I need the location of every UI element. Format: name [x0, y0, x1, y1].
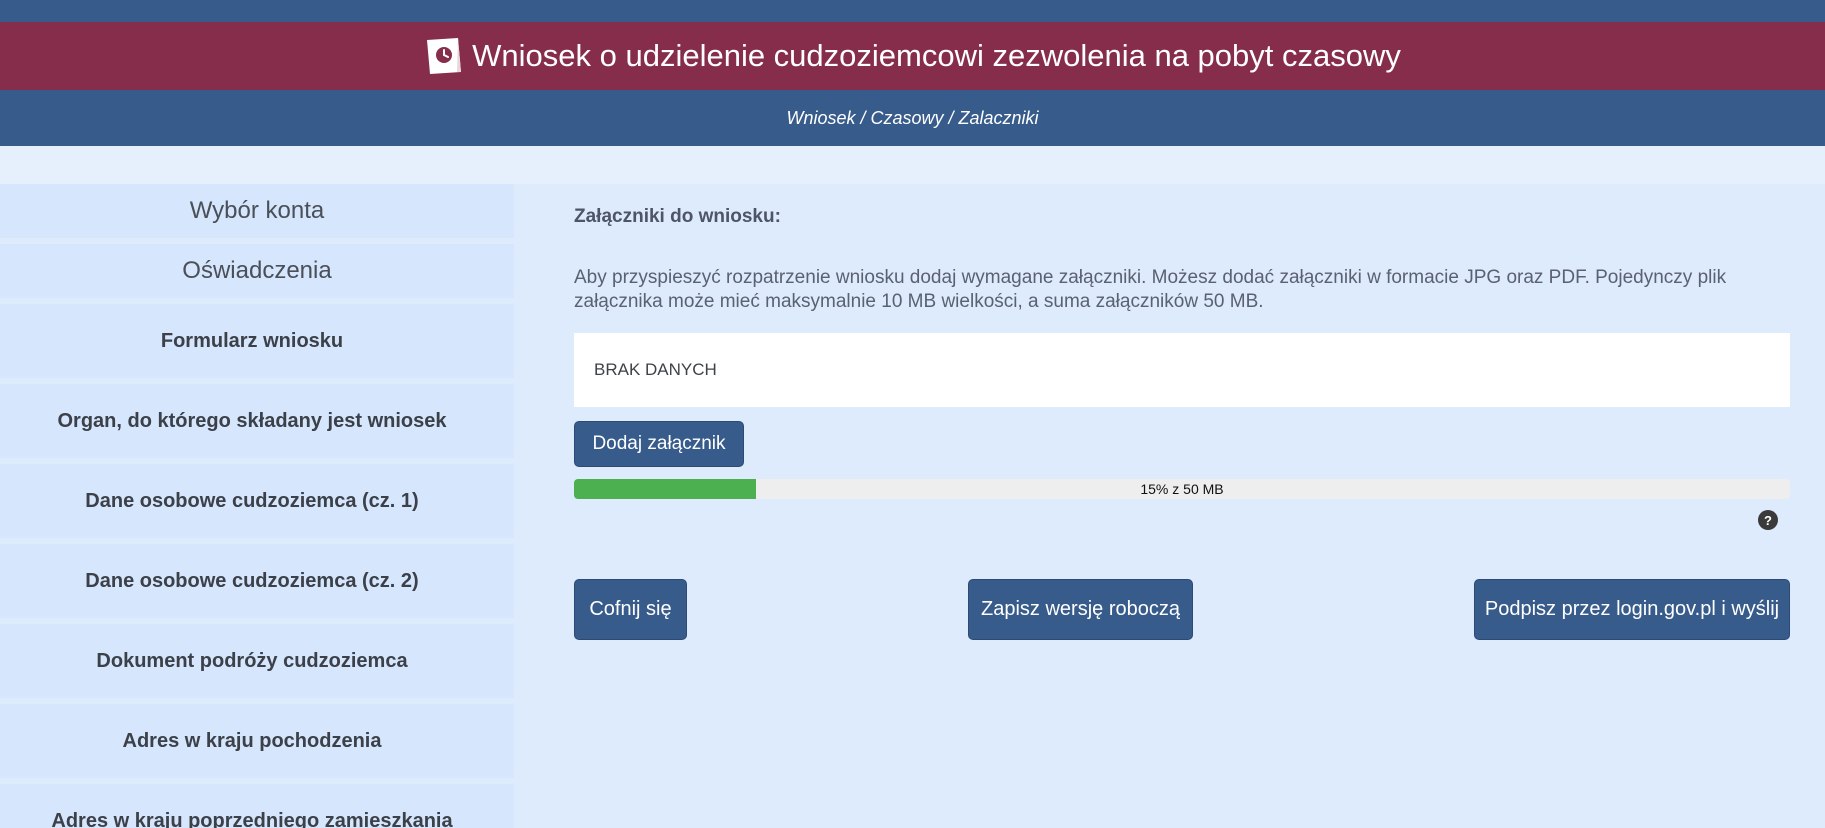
breadcrumb-text: Wniosek / Czasowy / Zalaczniki [786, 107, 1039, 128]
page-title: Wniosek o udzielenie cudzoziemcowi zezwo… [472, 38, 1401, 73]
top-strip [0, 0, 1825, 22]
sidebar-item-origin-address[interactable]: Adres w kraju pochodzenia [0, 704, 514, 778]
sidebar-item-previous-address[interactable]: Adres w kraju poprzedniego zamieszkania [0, 784, 514, 828]
sidebar-item-label: Adres w kraju pochodzenia [122, 729, 382, 752]
breadcrumb: Wniosek / Czasowy / Zalaczniki [0, 90, 1825, 146]
sidebar-item-authority[interactable]: Organ, do którego składany jest wniosek [0, 384, 514, 458]
sidebar-item-personal-data-2[interactable]: Dane osobowe cudzoziemca (cz. 2) [0, 544, 514, 618]
title-bar: Wniosek o udzielenie cudzoziemcowi zezwo… [0, 22, 1825, 90]
sidebar-item-label: Wybór konta [189, 197, 325, 224]
attachments-list: BRAK DANYCH [574, 333, 1790, 407]
sidebar-item-label: Dane osobowe cudzoziemca (cz. 1) [85, 489, 419, 512]
attachments-info-text: Aby przyspieszyć rozpatrzenie wniosku do… [574, 267, 1727, 312]
sidebar-item-label: Organ, do którego składany jest wniosek [57, 409, 447, 432]
save-draft-button[interactable]: Zapisz wersję roboczą [968, 579, 1193, 640]
sidebar: Wybór konta Oświadczenia Formularz wnios… [0, 184, 514, 828]
sidebar-item-label: Formularz wniosku [160, 329, 344, 352]
back-button[interactable]: Cofnij się [574, 579, 687, 640]
empty-list-text: BRAK DANYCH [594, 360, 717, 379]
document-clock-icon [427, 38, 462, 74]
sidebar-item-travel-document[interactable]: Dokument podróży cudzoziemca [0, 624, 514, 698]
add-attachment-button[interactable]: Dodaj załącznik [574, 421, 744, 467]
help-icon[interactable]: ? [1758, 510, 1778, 530]
sidebar-item-label: Adres w kraju poprzedniego zamieszkania [51, 809, 453, 828]
storage-progress-bar: 15% z 50 MB [574, 479, 1790, 499]
sidebar-item-application-form[interactable]: Formularz wniosku [0, 304, 514, 378]
sidebar-item-personal-data-1[interactable]: Dane osobowe cudzoziemca (cz. 1) [0, 464, 514, 538]
storage-progress-label: 15% z 50 MB [1140, 481, 1224, 497]
sidebar-item-declarations[interactable]: Oświadczenia [0, 244, 514, 298]
sidebar-item-account-choice[interactable]: Wybór konta [0, 184, 514, 238]
sidebar-item-label: Oświadczenia [182, 257, 332, 284]
sidebar-item-label: Dane osobowe cudzoziemca (cz. 2) [85, 569, 419, 592]
content-top-band [0, 146, 1825, 184]
section-title: Załączniki do wniosku: [574, 206, 781, 227]
sidebar-item-label: Dokument podróży cudzoziemca [96, 649, 408, 672]
sign-and-send-button[interactable]: Podpisz przez login.gov.pl i wyślij [1474, 579, 1790, 640]
